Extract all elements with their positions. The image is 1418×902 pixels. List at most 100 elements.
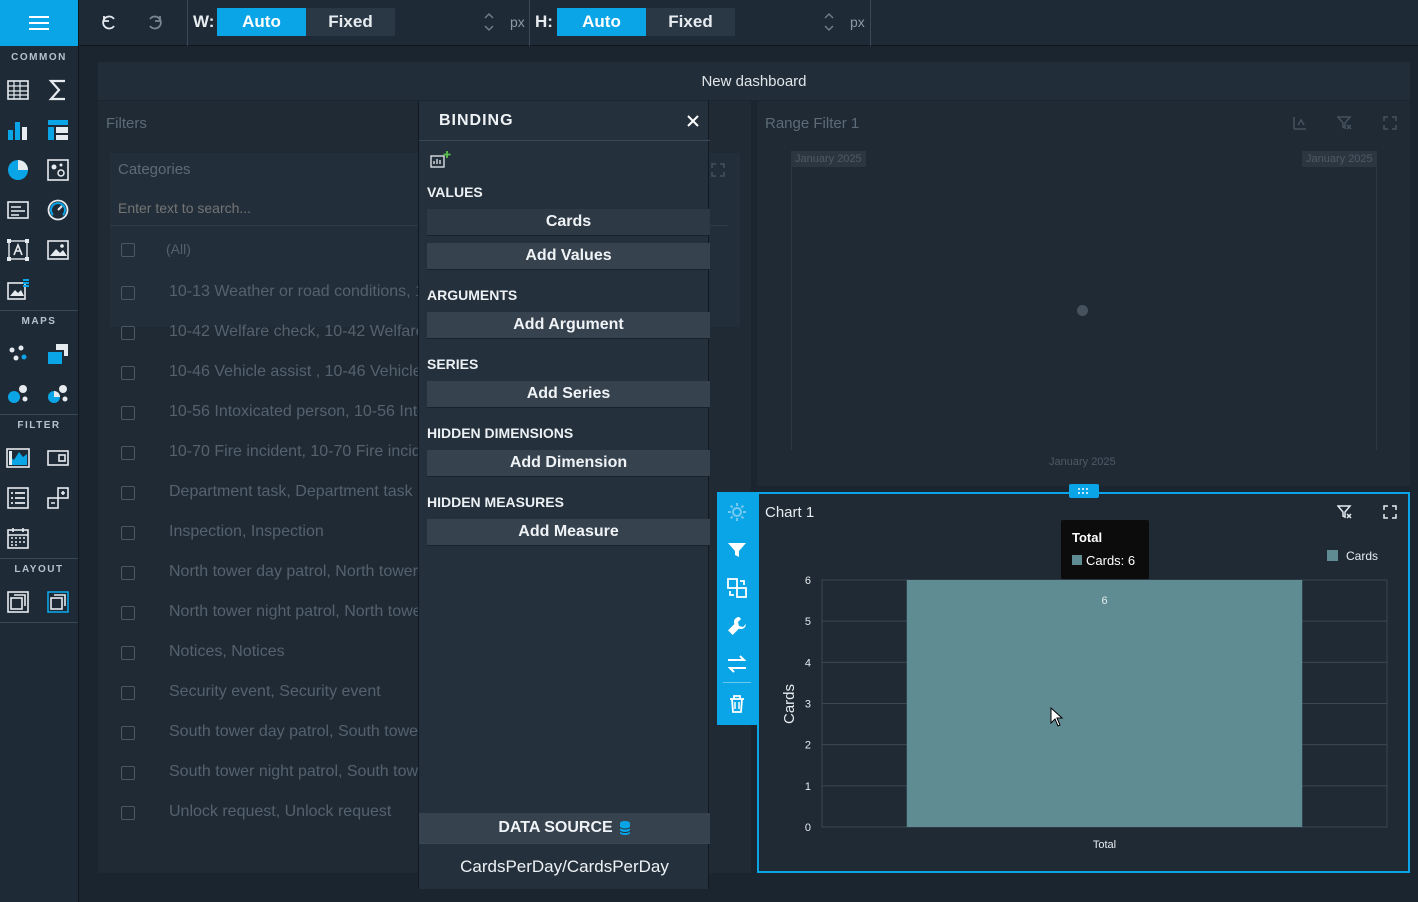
select-all-checkbox[interactable]: [121, 243, 135, 257]
list-item[interactable]: 10-42 Welfare check, 10-42 Welfare check: [169, 323, 418, 341]
range-filter-panel: Range Filter 1 January 2025 January 2025…: [757, 101, 1410, 486]
height-fixed-button[interactable]: Fixed: [646, 8, 735, 36]
filter-icon[interactable]: [725, 538, 749, 562]
category-checkbox[interactable]: [121, 446, 135, 460]
add-measure-button[interactable]: Add Measure: [427, 519, 710, 546]
category-checkbox[interactable]: [121, 526, 135, 540]
range-data-point: [1077, 305, 1088, 316]
data-source-value[interactable]: CardsPerDay/CardsPerDay: [419, 843, 710, 889]
data-label: 6: [1101, 595, 1107, 607]
range-left-handle-label[interactable]: January 2025: [791, 151, 866, 167]
grid-icon[interactable]: [6, 78, 30, 102]
list-item[interactable]: 10-46 Vehicle assist , 10-46 Vehicle ass…: [169, 363, 418, 381]
geo-point-map-icon[interactable]: [6, 342, 30, 366]
pie-chart-icon[interactable]: [6, 158, 30, 182]
range-selector-area[interactable]: [791, 151, 1377, 450]
width-unit: px: [510, 14, 525, 30]
category-checkbox[interactable]: [121, 486, 135, 500]
category-checkbox[interactable]: [121, 286, 135, 300]
height-auto-button[interactable]: Auto: [557, 8, 646, 36]
category-checkbox[interactable]: [121, 806, 135, 820]
gauge-icon[interactable]: [46, 198, 70, 222]
x-tick-label: Total: [1093, 839, 1116, 851]
category-checkbox[interactable]: [121, 406, 135, 420]
chart-tooltip: Total Cards: 6: [1061, 520, 1149, 579]
clear-filter-icon[interactable]: [1337, 115, 1353, 131]
category-checkbox[interactable]: [121, 726, 135, 740]
category-checkbox[interactable]: [121, 606, 135, 620]
redo-icon[interactable]: [145, 13, 163, 31]
add-chart-icon[interactable]: [430, 150, 452, 168]
text-box-icon[interactable]: [6, 238, 30, 262]
wrench-icon[interactable]: [725, 614, 749, 638]
trash-icon[interactable]: [725, 692, 749, 716]
bar[interactable]: [906, 580, 1303, 827]
toolbox-section-layout: LAYOUT: [14, 564, 64, 575]
choropleth-map-icon[interactable]: [46, 342, 70, 366]
category-checkbox[interactable]: [121, 366, 135, 380]
add-argument-button[interactable]: Add Argument: [427, 312, 710, 339]
list-item[interactable]: North tower night patrol, North tower ni…: [169, 603, 418, 621]
pivot-icon[interactable]: [46, 118, 70, 142]
y-tick-label: 4: [805, 657, 811, 669]
width-fixed-button[interactable]: Fixed: [306, 8, 395, 36]
category-checkbox[interactable]: [121, 766, 135, 780]
bar-chart-icon[interactable]: [6, 118, 30, 142]
category-checkbox[interactable]: [121, 686, 135, 700]
convert-icon[interactable]: [725, 576, 749, 600]
tree-view-icon[interactable]: [46, 486, 70, 510]
sigma-icon[interactable]: [46, 78, 70, 102]
list-box-icon[interactable]: [6, 486, 30, 510]
tab-container-icon[interactable]: [46, 590, 70, 614]
bound-image-icon[interactable]: [6, 278, 30, 302]
combo-box-icon[interactable]: [46, 446, 70, 470]
data-source-header: DATA SOURCE: [419, 813, 710, 843]
category-checkbox[interactable]: [121, 646, 135, 660]
interactivity-icon[interactable]: [725, 652, 749, 676]
height-spinner-icon[interactable]: [823, 10, 835, 34]
card-icon[interactable]: [6, 198, 30, 222]
undo-icon[interactable]: [101, 13, 119, 31]
hamburger-menu-button[interactable]: [0, 0, 78, 46]
categories-search-input[interactable]: [118, 195, 428, 221]
add-values-button[interactable]: Add Values: [427, 243, 710, 270]
list-item[interactable]: 10-13 Weather or road conditions, 10-13 …: [169, 283, 418, 301]
list-item[interactable]: South tower night patrol, South tower ni…: [169, 763, 418, 781]
legend-swatch: [1327, 550, 1338, 561]
hamburger-icon: [29, 16, 49, 30]
width-spinner-icon[interactable]: [483, 10, 495, 34]
maximize-icon[interactable]: [711, 163, 725, 177]
maximize-icon[interactable]: [1383, 116, 1397, 130]
category-checkbox[interactable]: [121, 566, 135, 580]
pie-map-icon[interactable]: [46, 382, 70, 406]
y-tick-label: 6: [805, 575, 811, 587]
bubble-map-icon[interactable]: [6, 382, 30, 406]
list-item[interactable]: Department task, Department task: [169, 483, 418, 501]
list-item[interactable]: South tower day patrol, South tower day …: [169, 723, 418, 741]
legend-label[interactable]: Cards: [1346, 549, 1378, 563]
time-interval-icon[interactable]: [1292, 115, 1308, 131]
width-auto-button[interactable]: Auto: [217, 8, 306, 36]
toolbar-divider: [529, 0, 530, 46]
gear-icon[interactable]: [725, 500, 749, 524]
close-icon[interactable]: [687, 115, 699, 127]
list-item[interactable]: 10-56 Intoxicated person, 10-56 Intoxica…: [169, 403, 418, 421]
list-item[interactable]: North tower day patrol, North tower day …: [169, 563, 418, 581]
list-item[interactable]: Inspection, Inspection: [169, 523, 418, 541]
scatter-icon[interactable]: [46, 158, 70, 182]
dashboard-title[interactable]: New dashboard: [98, 62, 1410, 100]
add-series-button[interactable]: Add Series: [427, 381, 710, 408]
add-dimension-button[interactable]: Add Dimension: [427, 450, 710, 477]
toolbox-divider: [0, 310, 78, 311]
image-icon[interactable]: [46, 238, 70, 262]
date-filter-icon[interactable]: [6, 526, 30, 550]
group-icon[interactable]: [6, 590, 30, 614]
range-filter-icon[interactable]: [6, 446, 30, 470]
category-checkbox[interactable]: [121, 326, 135, 340]
values-item-cards[interactable]: Cards: [427, 209, 710, 236]
range-right-handle-label[interactable]: January 2025: [1302, 151, 1377, 167]
list-item[interactable]: Unlock request, Unlock request: [169, 803, 418, 821]
list-item[interactable]: 10-70 Fire incident, 10-70 Fire incident: [169, 443, 418, 461]
list-item[interactable]: Security event, Security event: [169, 683, 418, 701]
list-item[interactable]: Notices, Notices: [169, 643, 418, 661]
